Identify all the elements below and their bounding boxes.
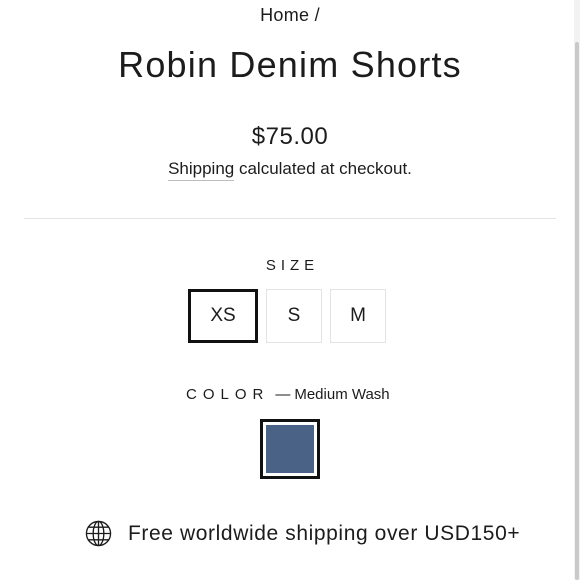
scrollbar-track[interactable] — [574, 0, 580, 580]
shipping-link[interactable]: Shipping — [168, 159, 235, 181]
color-dash: — — [275, 386, 291, 403]
globe-icon — [85, 520, 112, 547]
color-label: COLOR — [186, 386, 270, 403]
product-page: Home / Robin Denim Shorts $75.00 Shippin… — [0, 0, 580, 580]
size-option-m[interactable]: M — [330, 289, 386, 343]
color-row: COLOR — Medium Wash — [186, 386, 390, 403]
breadcrumb: Home / — [0, 5, 580, 26]
divider — [24, 218, 556, 219]
breadcrumb-home-link[interactable]: Home — [260, 5, 309, 25]
free-shipping-text: Free worldwide shipping over USD150+ — [128, 521, 521, 545]
breadcrumb-separator: / — [314, 5, 320, 25]
size-option-xs[interactable]: XS — [188, 289, 258, 343]
color-swatch-medium-wash[interactable] — [260, 419, 320, 479]
shipping-note: Shipping calculated at checkout. — [0, 159, 580, 181]
shipping-note-text: calculated at checkout. — [238, 159, 412, 178]
color-value: Medium Wash — [294, 386, 390, 403]
color-swatch-fill — [266, 425, 314, 473]
size-options: XS S M — [188, 289, 386, 343]
size-option-s[interactable]: S — [266, 289, 322, 343]
product-price: $75.00 — [251, 123, 329, 150]
free-shipping-banner: Free worldwide shipping over USD150+ — [85, 520, 520, 547]
product-title: Robin Denim Shorts — [118, 44, 462, 85]
size-label: SIZE — [265, 257, 320, 274]
